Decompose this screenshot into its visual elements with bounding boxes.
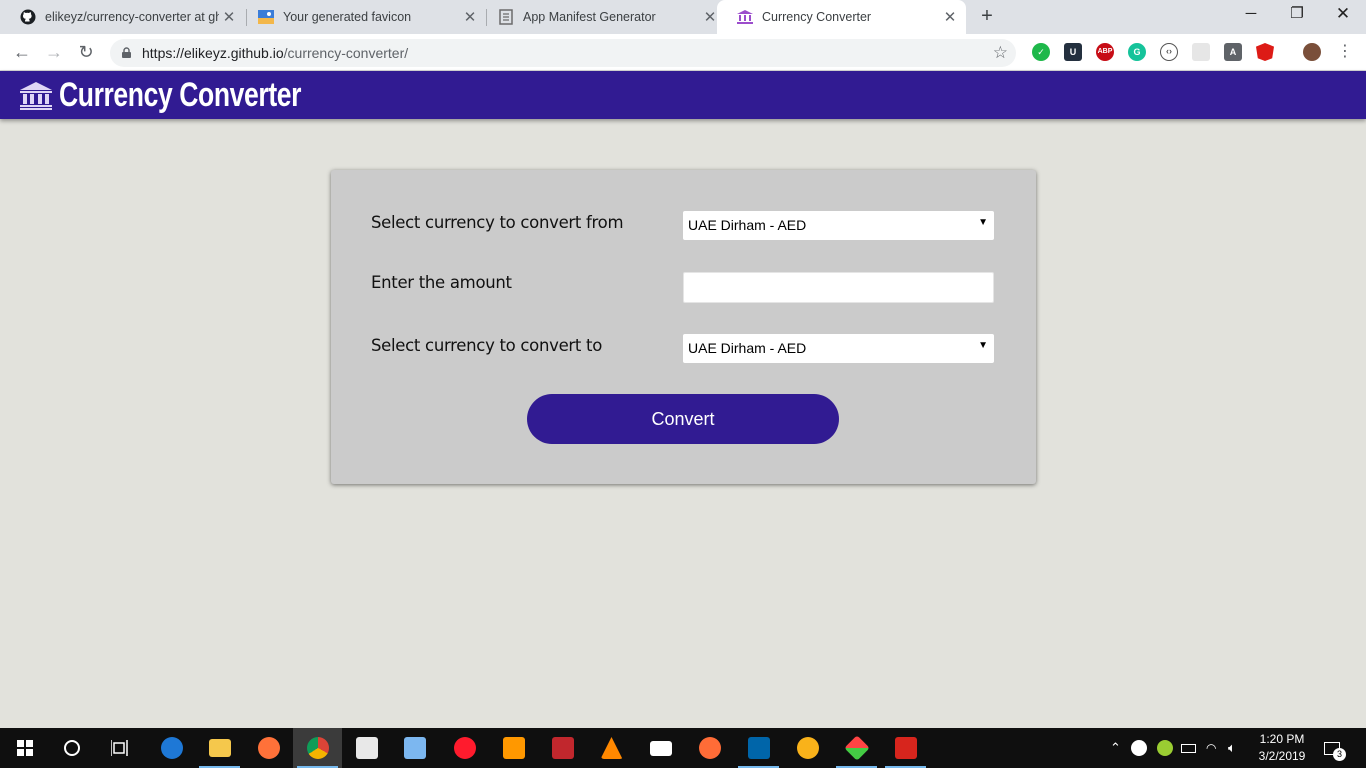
- download-tray-icon[interactable]: [1131, 728, 1147, 768]
- github-icon: [20, 9, 36, 25]
- volume-icon[interactable]: 🔈︎: [1228, 728, 1236, 768]
- check-icon[interactable]: ✓: [1032, 43, 1050, 61]
- tab-title: Currency Converter: [762, 10, 872, 24]
- sublime-icon[interactable]: [489, 728, 538, 768]
- bookmark-star-icon[interactable]: ☆: [993, 43, 1008, 63]
- lock-icon: [122, 47, 131, 58]
- vlc-icon[interactable]: [587, 728, 636, 768]
- tab-title: Your generated favicon: [283, 10, 412, 24]
- battery-icon[interactable]: [1181, 728, 1196, 768]
- amount-label: Enter the amount: [371, 273, 512, 292]
- notification-count: 3: [1333, 748, 1346, 761]
- u-icon[interactable]: U: [1064, 43, 1082, 61]
- cortana-icon[interactable]: [47, 728, 96, 768]
- yellow-app-icon[interactable]: [783, 728, 832, 768]
- bank-icon: [737, 9, 753, 25]
- plus-tray-icon[interactable]: [1157, 728, 1173, 768]
- close-tab-icon[interactable]: ✕: [460, 8, 480, 26]
- tab-title: App Manifest Generator: [523, 10, 656, 24]
- grammarly-icon[interactable]: G: [1128, 43, 1146, 61]
- from-currency-value: UAE Dirham - AED: [688, 217, 807, 233]
- clock-date: 3/2/2019: [1258, 749, 1306, 763]
- dropdown-arrow-icon: ▼: [978, 340, 988, 351]
- from-currency-select[interactable]: UAE Dirham - AED ▼: [683, 211, 994, 240]
- amount-input[interactable]: [683, 272, 994, 303]
- menu-icon[interactable]: ⋮: [1332, 40, 1358, 64]
- wifi-icon[interactable]: ◠: [1206, 728, 1216, 768]
- convert-button[interactable]: Convert: [527, 394, 839, 444]
- reload-button[interactable]: ↻: [73, 40, 99, 64]
- chrome-icon[interactable]: [293, 728, 342, 768]
- code-icon[interactable]: ‹›: [1160, 43, 1178, 61]
- a-icon[interactable]: A: [1224, 43, 1242, 61]
- windows-start-icon[interactable]: [0, 728, 49, 768]
- tab-favicon[interactable]: Your generated favicon ✕: [238, 0, 486, 34]
- tab-github[interactable]: elikeyz/currency-converter at gh- ✕: [0, 0, 245, 34]
- file-explorer-icon[interactable]: [195, 728, 244, 768]
- clock-time: 1:20 PM: [1259, 732, 1305, 746]
- system-clock[interactable]: 1:20 PM 3/2/2019: [1252, 731, 1312, 765]
- document-icon: [498, 9, 514, 25]
- minimize-button[interactable]: ─: [1228, 0, 1274, 30]
- angular-icon[interactable]: [1256, 43, 1274, 61]
- git-icon[interactable]: [832, 728, 881, 768]
- image-icon: [258, 9, 274, 25]
- new-tab-button[interactable]: +: [976, 5, 998, 27]
- filezilla-icon[interactable]: [538, 728, 587, 768]
- address-bar[interactable]: https://elikeyz.github.io/currency-conve…: [110, 39, 1016, 67]
- browser-toolbar: ← → ↻ https://elikeyz.github.io/currency…: [0, 34, 1366, 71]
- close-tab-icon[interactable]: ✕: [940, 8, 960, 26]
- from-currency-label: Select currency to convert from: [371, 213, 624, 232]
- avatar[interactable]: [1303, 43, 1321, 61]
- bank-icon: [20, 82, 52, 110]
- puzzle-icon[interactable]: [1192, 43, 1210, 61]
- taskbar: ⌃ ◠ 🔈︎ 1:20 PM 3/2/2019 3: [0, 728, 1366, 768]
- tab-title: elikeyz/currency-converter at gh-: [45, 10, 219, 24]
- edge-icon[interactable]: [147, 728, 196, 768]
- to-currency-label: Select currency to convert to: [371, 336, 602, 355]
- opera-icon[interactable]: [440, 728, 489, 768]
- to-currency-value: UAE Dirham - AED: [688, 340, 807, 356]
- tab-strip: elikeyz/currency-converter at gh- ✕ Your…: [0, 0, 1366, 34]
- notification-center-icon[interactable]: 3: [1324, 728, 1346, 768]
- app-title: Currency Converter: [59, 76, 302, 114]
- close-tab-icon[interactable]: ✕: [219, 8, 239, 26]
- tab-manifest[interactable]: App Manifest Generator ✕: [478, 0, 726, 34]
- restore-button[interactable]: ❐: [1274, 0, 1320, 30]
- url-text: https://elikeyz.github.io/currency-conve…: [142, 45, 409, 61]
- close-window-button[interactable]: ✕: [1320, 0, 1366, 30]
- acrobat-icon[interactable]: [881, 728, 930, 768]
- calendar-icon[interactable]: [342, 728, 391, 768]
- back-button[interactable]: ←: [9, 40, 35, 64]
- task-view-icon[interactable]: [95, 728, 144, 768]
- to-currency-select[interactable]: UAE Dirham - AED ▼: [683, 334, 994, 363]
- mail-icon[interactable]: [636, 728, 685, 768]
- media-player-icon[interactable]: [390, 728, 439, 768]
- forward-button[interactable]: →: [41, 40, 67, 64]
- show-hidden-icons[interactable]: ⌃: [1110, 728, 1121, 768]
- adblock-icon[interactable]: ABP: [1096, 43, 1114, 61]
- dropdown-arrow-icon: ▼: [978, 217, 988, 228]
- firefox-icon[interactable]: [244, 728, 293, 768]
- postman-icon[interactable]: [685, 728, 734, 768]
- tab-currency-converter[interactable]: Currency Converter ✕: [717, 0, 966, 34]
- converter-card: Select currency to convert from UAE Dirh…: [331, 170, 1036, 484]
- vscode-icon[interactable]: [734, 728, 783, 768]
- app-header: Currency Converter: [0, 71, 1366, 119]
